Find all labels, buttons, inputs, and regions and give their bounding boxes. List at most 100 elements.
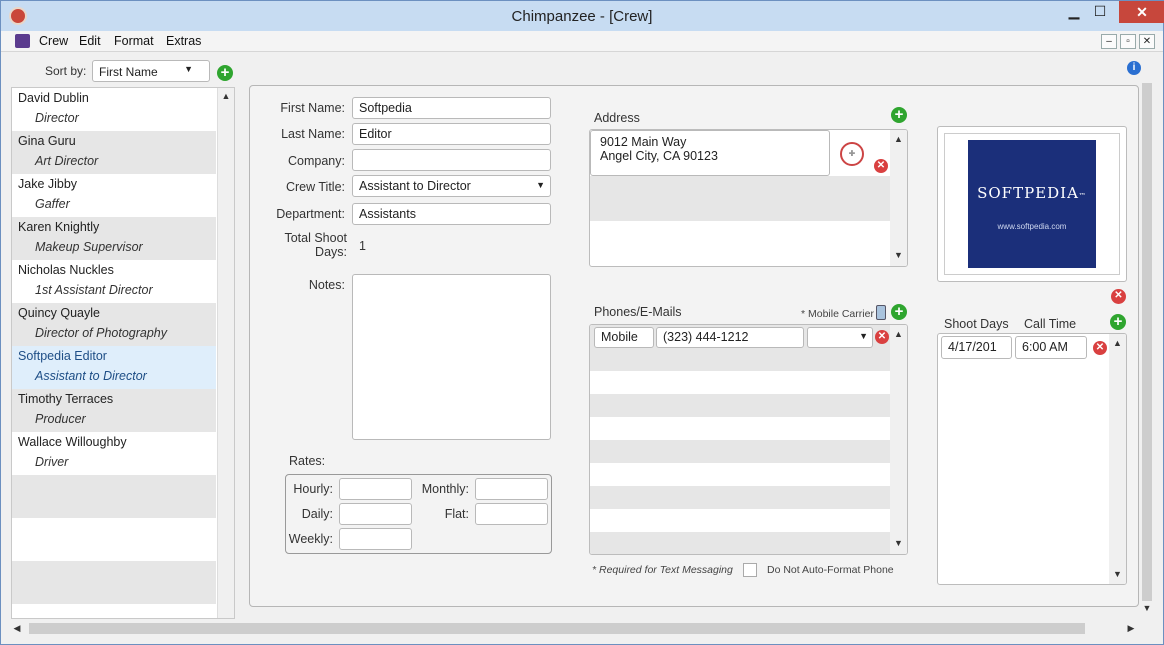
crew-role: Driver [35, 455, 69, 469]
phone-icon[interactable] [876, 305, 886, 320]
daily-field[interactable] [339, 503, 412, 525]
crew-title-select[interactable]: Assistant to Director ▼ [352, 175, 551, 197]
photo-image[interactable]: SOFTPEDIA™ www.softpedia.com [968, 140, 1096, 268]
delete-photo-button[interactable]: ✕ [1111, 289, 1126, 304]
weekly-field[interactable] [339, 528, 412, 550]
horizontal-scrollbar[interactable]: ◀ ▶ [9, 620, 1155, 637]
mdi-minimize-button[interactable]: – [1101, 34, 1117, 49]
crew-row[interactable]: Karen Knightly Makeup Supervisor [12, 217, 216, 260]
chevron-down-icon: ▼ [184, 64, 193, 74]
scroll-left-icon[interactable]: ◀ [11, 623, 23, 634]
close-button[interactable]: ✕ [1119, 1, 1164, 23]
crew-role: Producer [35, 412, 86, 426]
monthly-label: Monthly: [421, 482, 469, 496]
scroll-up-icon[interactable]: ▲ [890, 134, 907, 144]
mdi-restore-button[interactable]: ▫ [1120, 34, 1136, 49]
company-label: Company: [288, 154, 345, 168]
shoot-date-field[interactable]: 4/17/201 [941, 336, 1012, 359]
crew-row[interactable]: Gina Guru Art Director [12, 131, 216, 174]
company-field[interactable] [352, 149, 551, 171]
crew-row[interactable]: David Dublin Director [12, 88, 216, 131]
crew-row[interactable]: Timothy Terraces Producer [12, 389, 216, 432]
empty-row [12, 561, 216, 604]
first-name-field[interactable]: Softpedia [352, 97, 551, 119]
menu-edit[interactable]: Edit [79, 34, 101, 48]
window-title: Chimpanzee - [Crew] [511, 8, 653, 25]
department-field[interactable]: Assistants [352, 203, 551, 225]
crew-list-scrollbar[interactable]: ▲ [217, 88, 234, 618]
address-line1: 9012 Main Way [600, 135, 687, 149]
crew-row[interactable]: Quincy Quayle Director of Photography [12, 303, 216, 346]
main-scrollbar[interactable]: ▼ [1139, 81, 1155, 619]
crew-name: David Dublin [18, 91, 89, 105]
delete-phone-button[interactable]: ✕ [875, 330, 889, 344]
photo-url: www.softpedia.com [997, 222, 1067, 231]
total-shoot-label: Total Shoot [284, 231, 347, 245]
no-format-checkbox[interactable] [743, 563, 757, 577]
call-time-label: Call Time [1024, 317, 1077, 331]
daily-label: Daily: [301, 507, 333, 521]
notes-field[interactable] [352, 274, 551, 440]
title-bar: Chimpanzee - [Crew] ▁ ☐ ✕ [1, 1, 1164, 31]
scroll-up-icon[interactable]: ▲ [218, 91, 234, 101]
last-name-field[interactable]: Editor [352, 123, 551, 145]
horizontal-scroll-thumb[interactable] [29, 623, 1085, 634]
crew-name: Softpedia Editor [18, 349, 107, 363]
scroll-down-icon[interactable]: ▼ [1109, 569, 1126, 579]
crew-role: Assistant to Director [35, 369, 147, 383]
hourly-field[interactable] [339, 478, 412, 500]
crew-name: Wallace Willoughby [18, 435, 127, 449]
scroll-down-icon[interactable]: ▼ [1139, 603, 1155, 613]
crew-name: Quincy Quayle [18, 306, 100, 320]
address-line2: Angel City, CA 90123 [600, 149, 718, 163]
phone-number-field[interactable]: (323) 444-1212 [656, 327, 804, 348]
crew-row[interactable]: Jake Jibby Gaffer [12, 174, 216, 217]
address-scrollbar[interactable]: ▲ ▼ [890, 130, 907, 266]
info-icon[interactable]: i [1127, 61, 1141, 75]
phone-type-field[interactable]: Mobile [594, 327, 654, 348]
rates-label: Rates: [289, 454, 326, 468]
shoot-days-scrollbar[interactable]: ▲ ▼ [1109, 334, 1126, 584]
monthly-field[interactable] [475, 478, 548, 500]
scroll-right-icon[interactable]: ▶ [1125, 623, 1137, 634]
menu-extras[interactable]: Extras [166, 34, 201, 48]
add-crew-button[interactable]: + [217, 65, 233, 81]
sort-select[interactable]: First Name ▼ [92, 60, 210, 82]
crew-row[interactable]: Wallace Willoughby Driver [12, 432, 216, 475]
phones-scrollbar[interactable]: ▲ ▼ [890, 325, 907, 554]
main-scroll-thumb[interactable] [1142, 83, 1152, 601]
sort-label: Sort by: [45, 64, 87, 78]
maximize-button[interactable]: ☐ [1083, 1, 1117, 23]
menu-format[interactable]: Format [114, 34, 154, 48]
call-time-field[interactable]: 6:00 AM [1015, 336, 1087, 359]
document-icon[interactable] [15, 34, 30, 48]
crew-row[interactable]: Nicholas Nuckles 1st Assistant Director [12, 260, 216, 303]
address-field[interactable]: 9012 Main Way Angel City, CA 90123 [590, 130, 830, 176]
scroll-up-icon[interactable]: ▲ [890, 329, 907, 339]
delete-shoot-day-button[interactable]: ✕ [1093, 341, 1107, 355]
weekly-label: Weekly: [288, 532, 333, 546]
phones-label: Phones/E-Mails [594, 305, 682, 319]
chevron-down-icon: ▼ [536, 180, 545, 190]
crew-title-value: Assistant to Director [359, 179, 471, 193]
phone-row-empty [590, 394, 890, 417]
crew-role: Art Director [35, 154, 99, 168]
carrier-select[interactable]: ▼ [807, 327, 873, 348]
scroll-down-icon[interactable]: ▼ [890, 250, 907, 260]
crew-row-selected[interactable]: Softpedia Editor Assistant to Director [12, 346, 216, 389]
scroll-down-icon[interactable]: ▼ [890, 538, 907, 548]
flat-field[interactable] [475, 503, 548, 525]
delete-address-button[interactable]: ✕ [874, 159, 888, 173]
scroll-up-icon[interactable]: ▲ [1109, 338, 1126, 348]
add-phone-button[interactable]: + [891, 304, 907, 320]
add-shoot-day-button[interactable]: + [1110, 314, 1126, 330]
crew-role: Director of Photography [35, 326, 168, 340]
add-address-button[interactable]: + [891, 107, 907, 123]
total-shoot-days-value: 1 [359, 239, 366, 253]
compass-map-icon[interactable]: ✛ [840, 142, 864, 166]
menu-crew[interactable]: Crew [39, 34, 68, 48]
app-window: Chimpanzee - [Crew] ▁ ☐ ✕ Crew Edit Form… [0, 0, 1164, 645]
flat-label: Flat: [444, 507, 469, 521]
mdi-close-button[interactable]: ✕ [1139, 34, 1155, 49]
phone-row-empty [590, 532, 890, 554]
